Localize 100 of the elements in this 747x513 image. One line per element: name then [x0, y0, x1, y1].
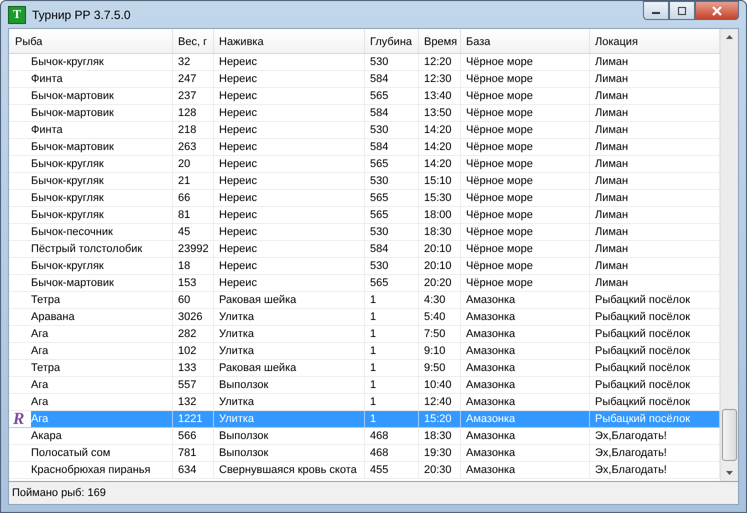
- table-cell-text: 557: [178, 378, 196, 393]
- table-row[interactable]: Бычок-кругляк 18 Нереис 530 20:10 Чёрное море Лиман: [9, 258, 720, 275]
- table-cell-text: 218: [178, 123, 196, 138]
- table-cell-text: 20: [178, 157, 190, 172]
- table-cell-text: Лиман: [595, 157, 628, 172]
- table-cell-text: Лиман: [595, 276, 628, 291]
- table-cell-text: 20:20: [424, 276, 452, 291]
- table-cell-text: 14:20: [424, 140, 452, 155]
- table-row[interactable]: Ага 102 Улитка 1 9:10 Амазонка Рыбацкий посёлок: [9, 343, 720, 360]
- table-cell-text: Лиман: [595, 55, 628, 70]
- status-text: Поймано рыб: 169: [12, 487, 106, 499]
- minimize-button[interactable]: [643, 1, 669, 20]
- table-cell-text: 18:30: [424, 225, 452, 240]
- table-cell-text: Лиман: [595, 259, 628, 274]
- table-cell-text: Рыбацкий посёлок: [595, 327, 690, 342]
- table-cell-text: 18: [178, 259, 190, 274]
- table-cell-text: Полосатый сом: [31, 446, 110, 461]
- table-row[interactable]: Бычок-мартовик 153 Нереис 565 20:20 Чёрное море Лиман: [9, 275, 720, 292]
- table-cell-text: Нереис: [219, 208, 257, 223]
- table-cell-text: 1: [370, 310, 376, 325]
- column-header[interactable]: Время: [419, 29, 461, 53]
- table-cell-text: Амазонка: [466, 463, 516, 478]
- table-cell-text: Чёрное море: [466, 89, 533, 104]
- table-cell-text: 128: [178, 106, 196, 121]
- table-row[interactable]: Бычок-кругляк 81 Нереис 565 18:00 Чёрное море Лиман: [9, 207, 720, 224]
- table-cell-text: Лиман: [595, 174, 628, 189]
- table-cell-text: 15:20: [424, 412, 452, 427]
- table-cell-text: Бычок-кругляк: [31, 157, 104, 172]
- table-cell-text: 781: [178, 446, 196, 461]
- table-cell-text: 263: [178, 140, 196, 155]
- table-row[interactable]: Финта 218 Нереис 530 14:20 Чёрное море Лиман: [9, 122, 720, 139]
- table-row[interactable]: Бычок-кругляк 66 Нереис 565 15:30 Чёрное море Лиман: [9, 190, 720, 207]
- table-cell-text: 132: [178, 395, 196, 410]
- table-cell-text: 530: [370, 55, 388, 70]
- table-cell-text: Амазонка: [466, 327, 516, 342]
- table-row[interactable]: Бычок-кругляк 32 Нереис 530 12:20 Чёрное море Лиман: [9, 54, 720, 71]
- table-cell-text: 1: [370, 293, 376, 308]
- table-cell-text: Амазонка: [466, 429, 516, 444]
- column-header[interactable]: База: [461, 29, 590, 53]
- table-cell-text: Бычок-мартовик: [31, 276, 114, 291]
- table-cell-text: 565: [370, 157, 388, 172]
- column-header[interactable]: Рыба: [9, 29, 173, 53]
- table-row[interactable]: Бычок-мартовик 263 Нереис 584 14:20 Чёрное море Лиман: [9, 139, 720, 156]
- table-cell-text: 565: [370, 191, 388, 206]
- table-row[interactable]: Ага 557 Выползок 1 10:40 Амазонка Рыбацкий посёлок: [9, 377, 720, 394]
- table-cell-text: Бычок-мартовик: [31, 89, 114, 104]
- table-cell-text: 13:40: [424, 89, 452, 104]
- table-row[interactable]: R Ага 1221 Улитка 1 15:20 Амазонка Рыбацкий посёлок: [9, 411, 720, 428]
- table-cell-text: Чёрное море: [466, 123, 533, 138]
- table-row[interactable]: Ага 282 Улитка 1 7:50 Амазонка Рыбацкий посёлок: [9, 326, 720, 343]
- table-cell-text: 153: [178, 276, 196, 291]
- table-cell-text: Нереис: [219, 157, 257, 172]
- column-header[interactable]: Наживка: [214, 29, 365, 53]
- table-row[interactable]: Бычок-песочник 45 Нереис 530 18:30 Чёрное море Лиман: [9, 224, 720, 241]
- table-cell-text: Чёрное море: [466, 191, 533, 206]
- table-cell-text: Нереис: [219, 191, 257, 206]
- table-row[interactable]: Аравана 3026 Улитка 1 5:40 Амазонка Рыбацкий посёлок: [9, 309, 720, 326]
- app-icon: T: [8, 6, 26, 24]
- table-cell-text: Амазонка: [466, 310, 516, 325]
- table-cell-text: 7:50: [424, 327, 446, 342]
- table-row[interactable]: Полосатый сом 781 Выползок 468 19:30 Амазонка Эх,Благодать!: [9, 445, 720, 462]
- table-cell-text: Амазонка: [466, 446, 516, 461]
- table-cell-text: Эх,Благодать!: [595, 446, 667, 461]
- table-cell-text: Чёрное море: [466, 157, 533, 172]
- scrollbar[interactable]: [720, 29, 738, 481]
- table-row[interactable]: Бычок-кругляк 21 Нереис 530 15:10 Чёрное море Лиман: [9, 173, 720, 190]
- table-row[interactable]: Бычок-мартовик 237 Нереис 565 13:40 Чёрное море Лиман: [9, 88, 720, 105]
- table-cell-text: Бычок-кругляк: [31, 259, 104, 274]
- scrollbar-thumb[interactable]: [722, 409, 737, 461]
- table-cell-text: 3026: [178, 310, 202, 325]
- table-cell-text: Чёрное море: [466, 72, 533, 87]
- table-cell-text: Амазонка: [466, 378, 516, 393]
- table-cell-text: Лиман: [595, 208, 628, 223]
- table-row[interactable]: Тетра 133 Раковая шейка 1 9:50 Амазонка Рыбацкий посёлок: [9, 360, 720, 377]
- close-button[interactable]: [695, 1, 739, 20]
- table-row[interactable]: Краснобрюхая пиранья 634 Свернувшаяся кровь скота 455 20:30 Амазонка Эх,Благодать!: [9, 462, 720, 479]
- table-cell-text: Выползок: [219, 429, 268, 444]
- table-cell-text: Рыбацкий посёлок: [595, 310, 690, 325]
- maximize-button[interactable]: [669, 1, 695, 20]
- table-cell-text: 1: [370, 327, 376, 342]
- table-cell-text: Ага: [31, 327, 48, 342]
- table-row[interactable]: Бычок-мартовик 128 Нереис 584 13:50 Чёрное море Лиман: [9, 105, 720, 122]
- column-header[interactable]: Глубина: [365, 29, 419, 53]
- table-cell-text: 530: [370, 259, 388, 274]
- table-cell-text: Эх,Благодать!: [595, 429, 667, 444]
- table-cell-text: 66: [178, 191, 190, 206]
- table-cell-text: Чёрное море: [466, 208, 533, 223]
- table-cell-text: Лиман: [595, 242, 628, 257]
- column-header[interactable]: Вес, г: [173, 29, 214, 53]
- table-cell-text: 102: [178, 344, 196, 359]
- close-icon: [711, 6, 723, 16]
- table-cell-text: Амазонка: [466, 361, 516, 376]
- table-cell-text: 133: [178, 361, 196, 376]
- table-row[interactable]: Акара 566 Выползок 468 18:30 Амазонка Эх,Благодать!: [9, 428, 720, 445]
- table-row[interactable]: Тетра 60 Раковая шейка 1 4:30 Амазонка Рыбацкий посёлок: [9, 292, 720, 309]
- table-row[interactable]: Финта 247 Нереис 584 12:30 Чёрное море Лиман: [9, 71, 720, 88]
- table-cell-text: Эх,Благодать!: [595, 463, 667, 478]
- table-cell-text: Рыбацкий посёлок: [595, 361, 690, 376]
- table-row[interactable]: Бычок-кругляк 20 Нереис 565 14:20 Чёрное море Лиман: [9, 156, 720, 173]
- table-row[interactable]: Пёстрый толстолобик 23992 Нереис 584 20:10 Чёрное море Лиман: [9, 241, 720, 258]
